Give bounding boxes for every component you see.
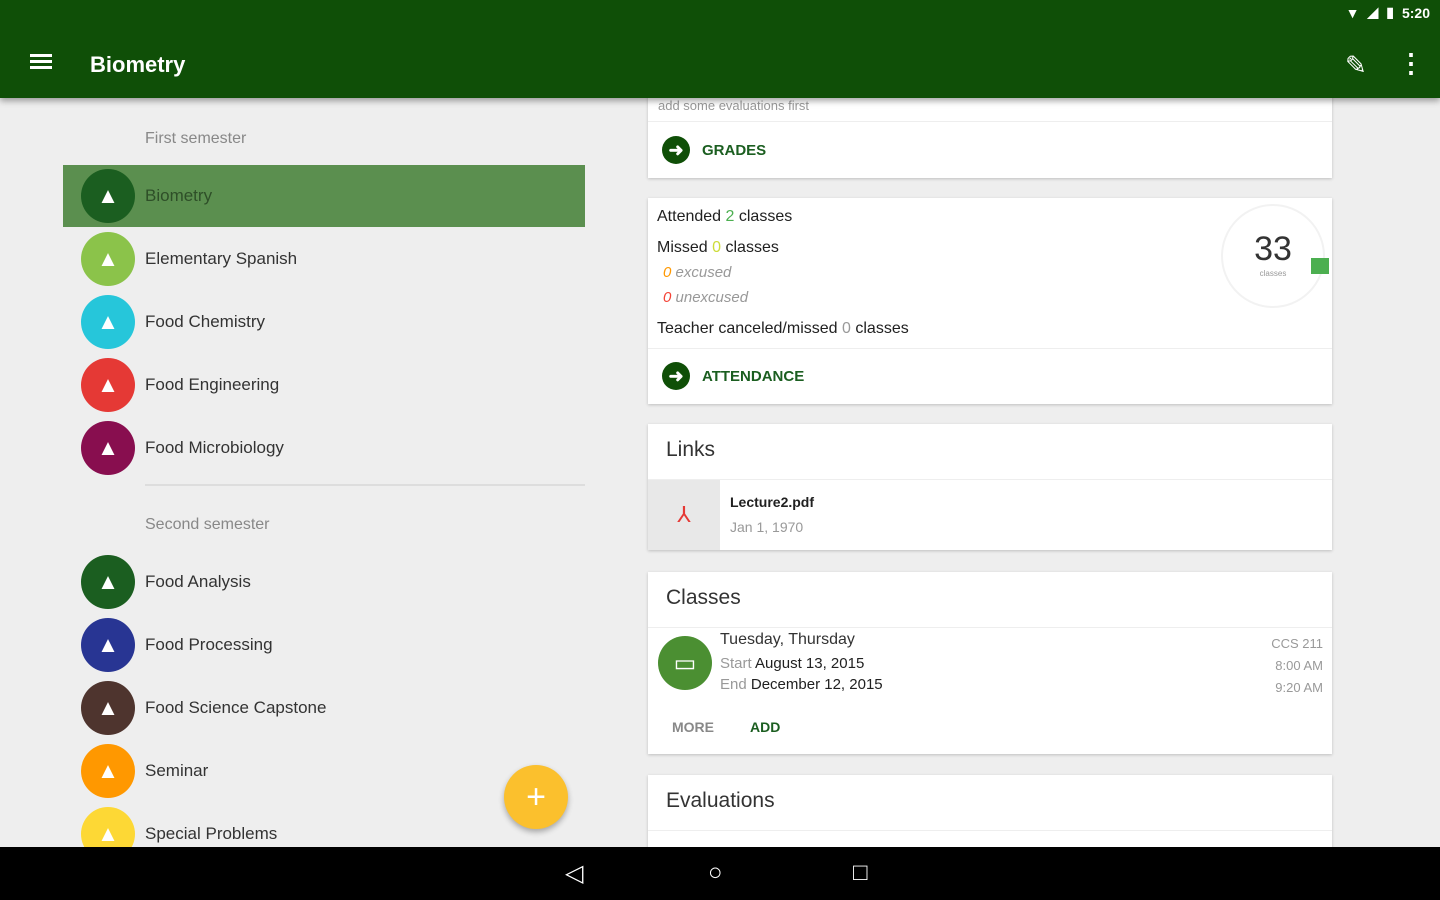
- course-icon: ▲: [81, 358, 135, 412]
- link-item[interactable]: ⅄ Lecture2.pdf Jan 1, 1970: [648, 480, 1332, 550]
- status-bar: ▼ ◢ ▮ 5:20: [1346, 4, 1430, 21]
- class-room-time: CCS 211 8:00 AM 9:20 AM: [1271, 636, 1323, 695]
- sidebar-item[interactable]: ▲ Food Processing: [63, 614, 585, 676]
- course-icon: ▲: [81, 295, 135, 349]
- signal-icon: ◢: [1367, 4, 1379, 20]
- attendance-label: ATTENDANCE: [702, 367, 805, 385]
- grades-label: GRADES: [702, 141, 767, 159]
- attendance-ring: 33 classes: [1221, 204, 1329, 308]
- course-icon: ▲: [81, 169, 135, 223]
- sidebar-item-label: Biometry: [145, 186, 213, 205]
- arrow-right-icon: ➜: [662, 362, 690, 390]
- sidebar-item-label: Elementary Spanish: [145, 249, 298, 268]
- evaluations-title: Evaluations: [666, 789, 775, 812]
- course-icon: ▲: [81, 421, 135, 475]
- sidebar-item-label: Special Problems: [145, 824, 278, 843]
- attendance-card: Attended 2 classes Missed 0 classes 0 ex…: [648, 198, 1332, 404]
- back-icon[interactable]: ◁: [565, 859, 583, 888]
- pdf-icon: ⅄: [648, 480, 720, 550]
- add-class-button[interactable]: ADD: [750, 719, 780, 735]
- course-icon: ▲: [81, 744, 135, 798]
- sidebar-item-label: Food Chemistry: [145, 312, 265, 331]
- classes-card: Classes ▭ Tuesday, Thursday Start August…: [648, 572, 1332, 754]
- total-classes-label: classes: [1259, 269, 1287, 278]
- sidebar-item-label: Food Processing: [145, 635, 273, 654]
- links-card: Links ⅄ Lecture2.pdf Jan 1, 1970: [648, 424, 1332, 550]
- classes-title: Classes: [666, 586, 741, 609]
- clock: 5:20: [1401, 4, 1430, 21]
- missed-text: Missed 0 classes: [657, 239, 779, 256]
- attended-arc: [1311, 258, 1329, 274]
- course-icon: ▲: [81, 555, 135, 609]
- grades-button[interactable]: ➜ GRADES: [662, 136, 766, 164]
- recents-icon[interactable]: □: [853, 859, 868, 887]
- class-start: Start August 13, 2015: [720, 655, 865, 672]
- sidebar-item[interactable]: ▲ Food Engineering: [63, 354, 585, 416]
- total-classes: 33: [1254, 230, 1292, 268]
- app-bar: ▼ ◢ ▮ 5:20 Biometry ✎ ⋮: [0, 0, 1440, 98]
- grades-hint: add some evaluations first: [658, 98, 810, 113]
- sidebar-item[interactable]: ▲ Food Microbiology: [63, 417, 585, 479]
- link-date: Jan 1, 1970: [730, 519, 804, 535]
- links-title: Links: [666, 438, 716, 461]
- attendance-button[interactable]: ➜ ATTENDANCE: [662, 362, 804, 390]
- sidebar-item-label: Food Microbiology: [145, 438, 284, 457]
- sidebar-item-label: Food Analysis: [145, 572, 251, 591]
- sidebar-item[interactable]: ▲ Food Analysis: [63, 551, 585, 613]
- teacher-missed-text: Teacher canceled/missed 0 classes: [657, 320, 909, 337]
- excused-text: 0 excused: [663, 264, 732, 281]
- course-icon: ▲: [81, 681, 135, 735]
- sidebar-item-label: Food Science Capstone: [145, 698, 327, 717]
- evaluations-card: Evaluations: [648, 775, 1332, 855]
- sidebar-item[interactable]: ▲ Food Science Capstone: [63, 677, 585, 739]
- link-name: Lecture2.pdf: [730, 494, 815, 510]
- course-icon: ▲: [81, 232, 135, 286]
- course-icon: ▲: [81, 618, 135, 672]
- section-header-second-semester: Second semester: [145, 516, 270, 533]
- battery-icon: ▮: [1386, 4, 1394, 20]
- unexcused-text: 0 unexcused: [663, 289, 749, 306]
- edit-icon[interactable]: ✎: [1345, 50, 1367, 81]
- sidebar-item-label: Food Engineering: [145, 375, 280, 394]
- divider: [145, 484, 585, 486]
- add-course-fab[interactable]: +: [504, 765, 568, 829]
- sidebar-item[interactable]: ▲ Elementary Spanish: [63, 228, 585, 290]
- page-title: Biometry: [90, 52, 186, 77]
- presentation-icon: ▭: [658, 636, 712, 690]
- navigation-bar: ◁ ○ □: [0, 847, 1440, 900]
- attended-text: Attended 2 classes: [657, 208, 793, 225]
- class-end: End December 12, 2015: [720, 676, 883, 693]
- menu-icon[interactable]: [30, 54, 52, 70]
- sidebar-item[interactable]: ▲ Food Chemistry: [63, 291, 585, 353]
- wifi-icon: ▼: [1345, 4, 1360, 21]
- sidebar-item-label: Seminar: [145, 761, 209, 780]
- sidebar-item[interactable]: ▲ Biometry: [63, 165, 585, 227]
- arrow-right-icon: ➜: [662, 136, 690, 164]
- grades-card: add some evaluations first ➜ GRADES: [648, 90, 1332, 178]
- more-options-icon[interactable]: ⋮: [1398, 48, 1424, 79]
- more-button[interactable]: MORE: [672, 719, 714, 735]
- home-icon[interactable]: ○: [708, 859, 723, 887]
- class-days: Tuesday, Thursday: [720, 631, 855, 648]
- section-header-first-semester: First semester: [145, 130, 247, 147]
